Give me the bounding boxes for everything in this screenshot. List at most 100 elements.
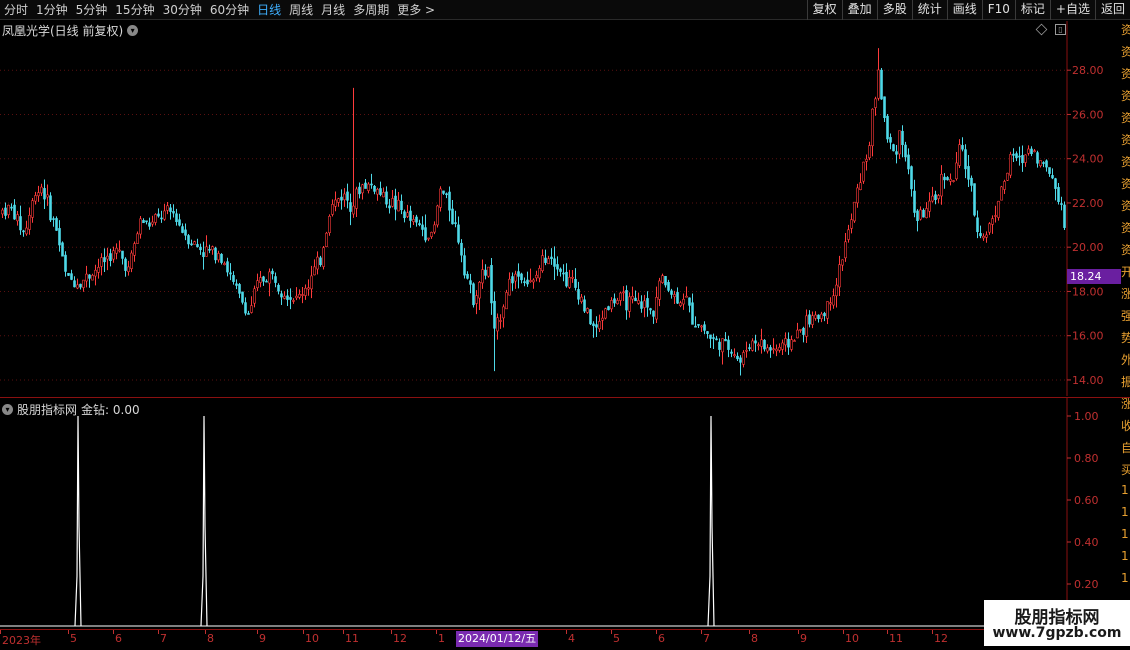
date-tick-label: 10 (845, 632, 859, 645)
candle-body (205, 246, 208, 257)
candle-body (805, 315, 808, 337)
right-info-item: 资 (1121, 45, 1130, 59)
candle-body (76, 284, 79, 289)
candle-body (991, 218, 994, 225)
candle-body (787, 338, 790, 348)
period-tab[interactable]: 周线 (285, 0, 317, 20)
candle-body (10, 206, 13, 209)
indicator-signal-spike (74, 415, 82, 627)
candle-body (283, 295, 286, 299)
candle-body (115, 247, 118, 254)
period-tab[interactable]: 多周期 (349, 0, 393, 20)
period-tab[interactable]: 更多 > (393, 0, 439, 20)
candle-body (1057, 187, 1060, 202)
candle-body (763, 339, 766, 350)
date-tick-label: 6 (115, 632, 122, 645)
right-info-item: 资 (1121, 133, 1130, 147)
candle-body (100, 257, 103, 267)
watermark-url: www.7gpzb.com (992, 625, 1122, 641)
candle-body (652, 310, 655, 317)
candle-body (127, 266, 130, 272)
period-tab[interactable]: 60分钟 (206, 0, 253, 20)
period-tab[interactable]: 1分钟 (32, 0, 72, 20)
toolbar-action-button[interactable]: 多股 (876, 0, 912, 20)
candle-body (967, 166, 970, 180)
candle-body (832, 295, 835, 306)
period-tab[interactable]: 15分钟 (111, 0, 158, 20)
watermark: 股朋指标网 www.7gpzb.com (984, 600, 1130, 646)
candle-body (739, 357, 742, 363)
candle-body (310, 275, 313, 290)
candle-body (655, 297, 658, 320)
panel-toggle-icon[interactable]: ▯ (1055, 24, 1066, 35)
candle-body (673, 294, 676, 297)
date-tick-mark (701, 630, 702, 634)
candle-body (298, 293, 301, 298)
diamond-icon[interactable] (1035, 23, 1048, 36)
period-tab[interactable]: 30分钟 (159, 0, 206, 20)
candle-body (91, 275, 94, 281)
candle-body (226, 261, 229, 273)
candle-body (697, 324, 700, 326)
candle-body (547, 258, 550, 265)
candle-body (61, 242, 64, 257)
candle-body (556, 264, 559, 270)
candle-body (733, 354, 736, 356)
candle-body (769, 347, 772, 351)
candle-body (97, 267, 100, 273)
candle-body (925, 208, 928, 219)
candle-body (538, 267, 541, 279)
toolbar-action-button[interactable]: 统计 (911, 0, 947, 20)
candle-body (130, 252, 133, 269)
period-tab[interactable]: 日线 (253, 0, 285, 20)
chevron-down-icon[interactable]: ▾ (127, 24, 139, 36)
candle-body (631, 295, 634, 300)
price-chart-panel[interactable]: 28.00 26.00 24.00 22.00 20.00 18.00 16.00 14.00… (0, 21, 1130, 396)
candlestick-chart[interactable]: 28.00 26.00 24.00 22.00 20.00 18.00 16.00 14.00 (0, 21, 1130, 396)
candle-body (313, 266, 316, 276)
period-tab[interactable]: 月线 (317, 0, 349, 20)
candle-body (541, 255, 544, 271)
candle-body (166, 205, 169, 211)
chevron-down-icon[interactable]: ▾ (2, 404, 13, 415)
candle-body (676, 292, 679, 304)
right-info-item: 资 (1121, 67, 1130, 81)
candle-body (451, 208, 454, 225)
candle-body (514, 273, 517, 282)
date-tick-mark (887, 630, 888, 634)
period-tab[interactable]: 分时 (0, 0, 32, 20)
toolbar-action-button[interactable]: 标记 (1014, 0, 1050, 20)
date-tick-label: 4 (568, 632, 575, 645)
candle-body (817, 314, 820, 320)
candle-body (43, 188, 46, 200)
candle-body (109, 253, 112, 261)
candle-body (211, 246, 214, 251)
candle-body (361, 184, 364, 194)
candle-body (565, 271, 568, 287)
candle-body (496, 317, 499, 332)
toolbar-action-button[interactable]: +自选 (1049, 0, 1095, 20)
indicator-panel[interactable]: 1.00 0.80 0.60 0.40 0.20 ▾ 股朋指标网 金钻: 0.00 (0, 397, 1130, 630)
candle-body (742, 352, 745, 365)
candle-body (469, 280, 472, 285)
candle-body (682, 298, 685, 305)
candle-body (643, 300, 646, 308)
candle-body (553, 258, 556, 267)
candle-body (1021, 155, 1024, 164)
candle-body (997, 200, 1000, 218)
toolbar-action-button[interactable]: 返回 (1094, 0, 1130, 20)
candle-body (706, 331, 709, 334)
indicator-chart[interactable]: 1.00 0.80 0.60 0.40 0.20 (0, 398, 1130, 630)
candle-body (373, 185, 376, 192)
candle-body (577, 289, 580, 300)
period-tab[interactable]: 5分钟 (72, 0, 112, 20)
candle-body (151, 221, 154, 225)
candle-body (145, 220, 148, 223)
candle-body (31, 200, 34, 218)
candle-body (613, 298, 616, 304)
toolbar-action-button[interactable]: 画线 (946, 0, 982, 20)
toolbar-action-button[interactable]: 叠加 (841, 0, 877, 20)
toolbar-action-button[interactable]: F10 (981, 0, 1015, 20)
candle-body (751, 340, 754, 351)
toolbar-action-button[interactable]: 复权 (806, 0, 842, 20)
